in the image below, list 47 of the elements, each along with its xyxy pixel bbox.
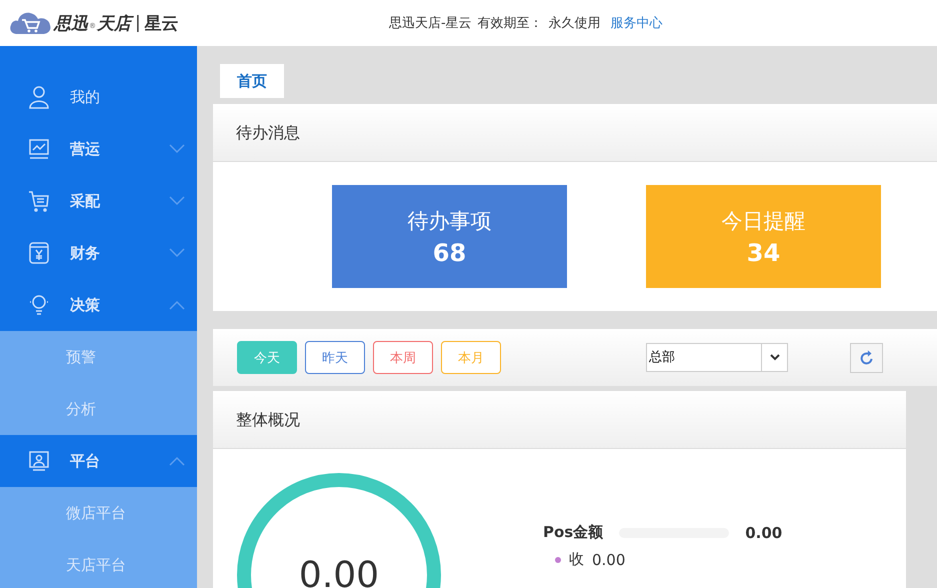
stat-amount: 0.00 xyxy=(745,524,782,542)
store-select[interactable]: 总部 xyxy=(646,343,788,372)
app-name: 思迅天店-星云 xyxy=(389,15,472,32)
chevron-down-icon xyxy=(770,354,780,361)
chevron-down-icon xyxy=(169,248,185,258)
chevron-down-icon xyxy=(169,196,185,206)
logo-edition: 星云 xyxy=(144,12,179,34)
gauge-value: 0.00 xyxy=(298,554,380,588)
stat-amount: 0.00 xyxy=(592,550,626,568)
period-button[interactable]: 今天 xyxy=(237,341,297,374)
card-label: 今日提醒 xyxy=(722,208,806,234)
service-center-link[interactable]: 服务中心 xyxy=(610,14,663,32)
logo-divider: | xyxy=(135,13,141,33)
card-count: 34 xyxy=(746,238,780,266)
tab[interactable]: 首页 xyxy=(220,64,284,98)
chevron-up-icon xyxy=(169,300,185,310)
nav-item[interactable]: 财务 xyxy=(0,227,197,279)
validity-label: 有效期至： xyxy=(478,15,543,32)
submenu-item[interactable]: 预警 xyxy=(0,331,197,383)
refresh-icon xyxy=(858,348,876,366)
refresh-button[interactable] xyxy=(850,342,883,372)
monitor-person-icon xyxy=(27,449,51,473)
submenu-item[interactable]: 微店平台 xyxy=(0,487,197,539)
validity-value: 永久使用 xyxy=(548,15,601,32)
chevron-down-icon xyxy=(169,144,185,154)
yen-icon xyxy=(27,241,51,265)
lightbulb-icon xyxy=(27,293,51,317)
submenu-item[interactable]: 分析 xyxy=(0,383,197,435)
user-icon xyxy=(27,85,51,109)
card-count: 68 xyxy=(432,238,466,266)
nav-item[interactable]: 采配 xyxy=(0,175,197,227)
cloud-cart-logo-icon xyxy=(9,10,53,36)
cart-icon xyxy=(27,189,51,213)
chevron-up-icon xyxy=(169,456,185,466)
logo-brand: 思迅 xyxy=(54,12,88,34)
stat-label: Pos金额 xyxy=(543,523,604,542)
nav-item[interactable]: 决策 xyxy=(0,279,197,331)
summary-card[interactable]: 待办事项 68 xyxy=(332,185,567,288)
submenu-item[interactable]: 天店平台 xyxy=(0,539,197,588)
nav-item[interactable]: 营运 xyxy=(0,123,197,175)
chart-icon xyxy=(27,137,51,161)
stat-label: 收 xyxy=(569,550,584,569)
nav-item[interactable]: 我的 xyxy=(0,71,197,123)
period-button[interactable]: 本周 xyxy=(373,341,433,374)
nav-item[interactable]: 平台 xyxy=(0,435,197,487)
card-label: 待办事项 xyxy=(408,208,492,234)
period-button[interactable]: 昨天 xyxy=(305,341,365,374)
